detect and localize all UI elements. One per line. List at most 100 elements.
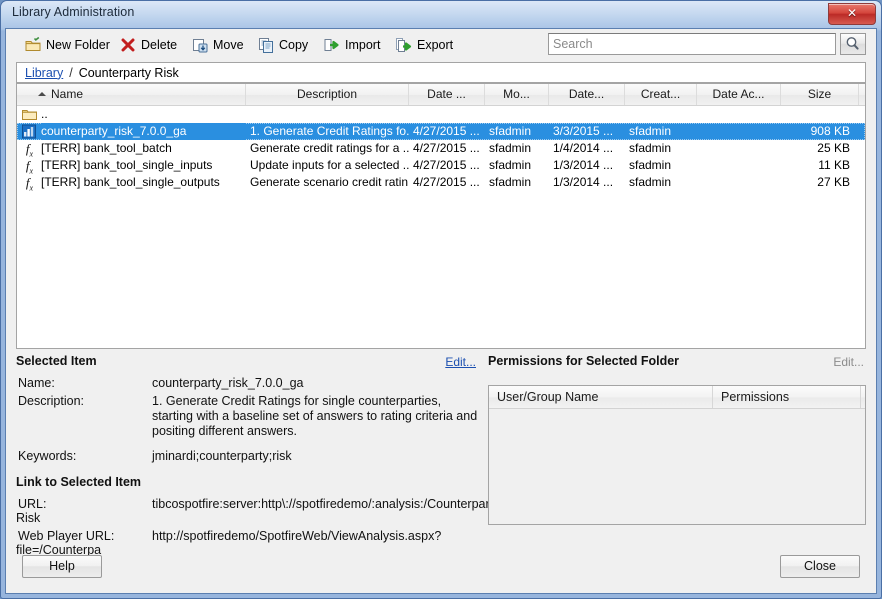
export-icon [396,37,412,53]
close-button[interactable]: Close [780,555,860,578]
new-folder-label: New Folder [46,38,110,52]
column-header[interactable]: Mo... [485,84,549,105]
search-button[interactable] [840,33,866,55]
cell-modified-by: sfadmin [489,124,532,138]
new-folder-icon [25,36,41,53]
cell-modified-by: sfadmin [489,158,532,172]
section-divider [488,369,866,370]
cell-name: [TERR] bank_tool_single_inputs [41,158,213,172]
search-input[interactable] [548,33,836,55]
cell-created-by: sfadmin [629,175,672,189]
column-header[interactable]: Creat... [625,84,697,105]
file-list-body[interactable]: .. counterparty_risk_7.0.0_ga 1. Generate … [17,106,865,348]
cell-date-created: 1/3/2014 ... [553,175,614,189]
cell-date-modified: 4/27/2015 ... [413,141,480,155]
cell-name: [TERR] bank_tool_batch [41,141,172,155]
copy-button[interactable]: Copy [253,33,313,57]
permissions-grid-header: User/Group Name Permissions [489,386,865,409]
library-file-list[interactable]: Name Description Date ... Mo... Date... Creat… [16,83,866,349]
title-bar: Library Administration ✕ [1,1,881,28]
library-administration-window: Library Administration ✕ New Folder Dele… [0,0,882,599]
keywords-label: Keywords: [18,449,77,463]
url-value: tibcospotfire:server:http\://spotfiredem… [16,497,500,525]
column-header[interactable]: Date... [549,84,625,105]
magnifier-icon [846,37,859,50]
dialog-client-area: New Folder Delete Move Copy Import Expor… [5,28,877,594]
help-button[interactable]: Help [22,555,102,578]
table-row[interactable]: .. [17,106,865,123]
cell-created-by: sfadmin [629,124,672,138]
cell-date-created: 1/4/2014 ... [553,141,614,155]
import-button[interactable]: Import [319,33,385,57]
permissions-grid[interactable]: User/Group Name Permissions [488,385,866,525]
cell-size: 25 KB [817,141,850,155]
dialog-button-bar: Help Close [6,547,876,593]
cell-created-by: sfadmin [629,141,672,155]
selected-item-edit-link[interactable]: Edit... [445,355,476,369]
function-icon: fx [25,175,34,193]
permissions-edit-link[interactable]: Edit... [833,355,864,369]
description-label: Description: [18,394,84,408]
permissions-header: Permissions for Selected Folder Edit... [488,354,866,372]
link-section-title: Link to Selected Item [16,475,148,489]
cell-description: 1. Generate Credit Ratings fo... [250,124,409,138]
column-header[interactable]: Description [246,84,409,105]
cell-modified-by: sfadmin [489,141,532,155]
search-area [548,33,866,57]
cell-description: Generate scenario credit ratin... [250,175,409,189]
table-row[interactable]: fx [TERR] bank_tool_single_inputs Update i… [17,157,865,176]
column-header[interactable]: Date Ac... [697,84,781,105]
breadcrumb-link-library[interactable]: Library [25,66,63,80]
cell-modified-by: sfadmin [489,175,532,189]
delete-label: Delete [141,38,178,52]
column-header-label: Description [296,87,358,101]
toolbar: New Folder Delete Move Copy Import Expor… [6,29,876,62]
permissions-column-header[interactable]: Permissions [713,386,861,408]
move-icon [192,37,208,53]
description-value: 1. Generate Credit Ratings for single co… [152,394,478,438]
cell-date-created: 3/3/2015 ... [553,124,614,138]
cell-size: 908 KB [810,124,850,138]
selected-item-header: Selected Item Edit... [16,354,478,372]
cell-date-modified: 4/27/2015 ... [413,158,480,172]
webplayer-url-label: Web Player URL: [18,529,115,543]
column-header-label: Creat... [640,87,681,101]
url-row: URL: tibcospotfire:server:http\://spotfi… [16,497,499,525]
permissions-column-header[interactable]: User/Group Name [489,386,713,408]
selected-item-title: Selected Item [16,354,103,368]
permissions-pane: Permissions for Selected Folder Edit... … [488,354,866,525]
permissions-grid-body[interactable] [489,409,865,524]
folder-icon [22,107,37,122]
permissions-title: Permissions for Selected Folder [488,354,686,368]
move-button[interactable]: Move [187,33,249,57]
cell-date-modified: 4/27/2015 ... [413,175,480,189]
table-row[interactable]: fx [TERR] bank_tool_single_outputs Generat… [17,174,865,193]
column-header[interactable]: Size [781,84,859,105]
export-button[interactable]: Export [391,33,458,57]
link-section-header: Link to Selected Item [16,475,478,493]
column-header[interactable]: Name [17,84,246,105]
copy-label: Copy [279,38,309,52]
column-header-label: Date... [568,87,605,101]
window-close-button[interactable]: ✕ [828,3,876,25]
section-divider [16,490,478,491]
breadcrumb: Library / Counterparty Risk [16,62,866,83]
close-x-icon: ✕ [846,6,858,20]
delete-button[interactable]: Delete [115,33,182,57]
column-header-label: Mo... [503,87,530,101]
window-title: Library Administration [12,5,135,19]
cell-created-by: sfadmin [629,158,672,172]
table-row[interactable]: fx [TERR] bank_tool_batch Generate credit … [17,140,865,159]
cell-name: .. [41,107,48,121]
permissions-column-header[interactable] [861,386,865,408]
table-row[interactable]: counterparty_risk_7.0.0_ga 1. Generate Cr… [17,123,865,140]
delete-x-icon [120,37,136,53]
column-header[interactable]: Date ... [409,84,485,105]
new-folder-button[interactable]: New Folder [20,33,115,57]
copy-icon [258,37,274,53]
selected-item-name-row: Name: counterparty_risk_7.0.0_ga [16,376,478,390]
export-label: Export [417,38,454,52]
cell-size: 11 KB [818,158,850,172]
column-header-label: Size [807,87,832,101]
selected-item-pane: Selected Item Edit... Name: counterparty… [16,354,499,557]
